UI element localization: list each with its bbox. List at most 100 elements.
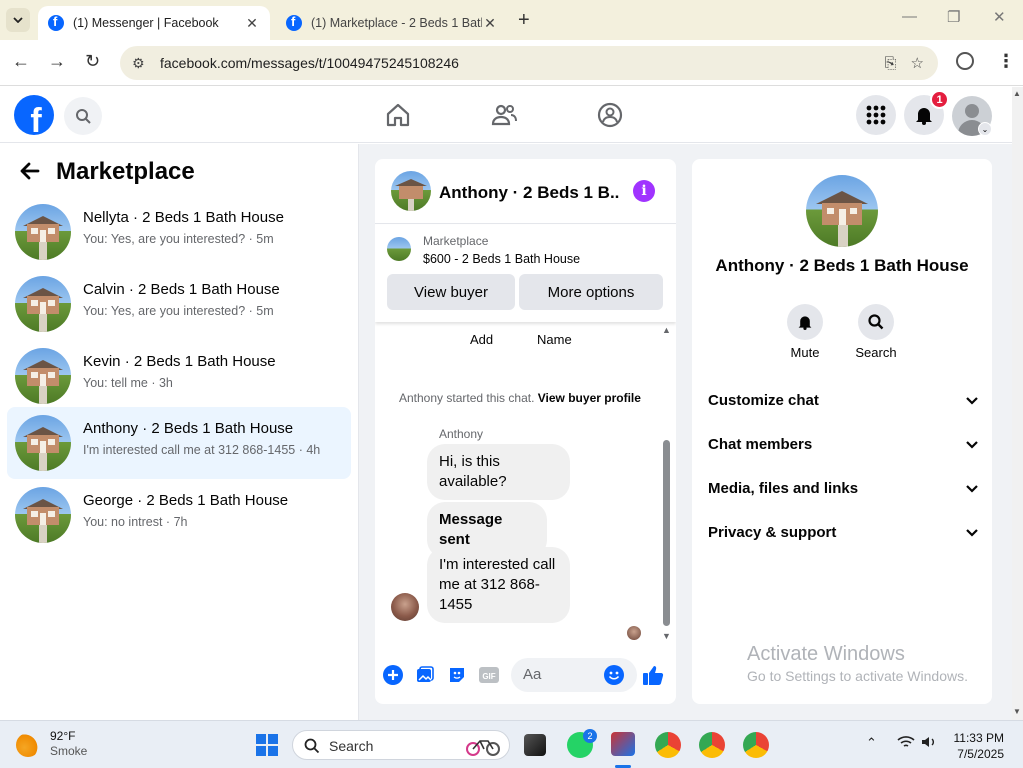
close-tab-icon[interactable]: ✕ [244, 15, 260, 32]
home-icon[interactable] [384, 101, 412, 129]
chat-members-section[interactable]: Chat members [708, 436, 978, 460]
conversation-item-active[interactable]: Anthony · 2 Beds 1 Bath House I'm intere… [7, 407, 351, 479]
install-app-icon[interactable]: ⎘ [885, 55, 897, 72]
restore-window-button[interactable]: ❐ [947, 8, 960, 26]
menu-button[interactable] [856, 95, 896, 135]
tab-search-dropdown[interactable] [6, 8, 30, 32]
scroll-up-arrow-icon[interactable]: ▲ [662, 325, 671, 335]
address-bar[interactable]: ⚙ facebook.com/messages/t/10049475245108… [120, 46, 938, 80]
browser-profile-icon[interactable] [956, 52, 974, 70]
sender-avatar[interactable] [391, 593, 419, 621]
start-button-icon[interactable] [256, 734, 278, 756]
read-receipt-avatar [627, 626, 641, 640]
system-clock[interactable]: 11:33 PM 7/5/2025 [948, 730, 1004, 762]
minimize-window-button[interactable]: — [902, 8, 917, 25]
privacy-support-section[interactable]: Privacy & support [708, 524, 978, 548]
section-label: Privacy & support [708, 524, 837, 541]
weather-icon[interactable] [16, 733, 40, 757]
customize-chat-section[interactable]: Customize chat [708, 392, 978, 416]
facebook-favicon-icon [48, 14, 64, 31]
chrome-app-icon[interactable] [743, 732, 769, 758]
chrome-app-icon[interactable] [655, 732, 681, 758]
conversation-snippet: I'm interested call me at 312 868-1455 ·… [83, 443, 321, 457]
listing-title[interactable]: $600 - 2 Beds 1 Bath House [423, 252, 580, 266]
conversation-item[interactable]: George · 2 Beds 1 Bath House You: no int… [7, 479, 351, 551]
search-icon [304, 738, 320, 754]
pane-title: Marketplace [56, 158, 195, 185]
notification-badge: 1 [930, 90, 949, 109]
sticker-icon[interactable] [446, 664, 468, 686]
name-action-label[interactable]: Name [537, 332, 572, 347]
message-bubble[interactable]: Hi, is this available? [427, 444, 570, 500]
taskview-app-icon[interactable] [524, 734, 546, 756]
mute-button[interactable] [787, 304, 823, 340]
friends-icon[interactable] [490, 101, 518, 129]
chrome-app-icon[interactable] [699, 732, 725, 758]
photo-icon[interactable] [414, 664, 436, 686]
listing-thumbnail[interactable] [387, 237, 411, 261]
more-options-button[interactable]: More options [519, 274, 663, 310]
browser-menu-icon[interactable]: ⋮ [997, 51, 1015, 72]
conversation-snippet: You: Yes, are you interested? · 5m [83, 304, 274, 318]
bell-icon [798, 316, 812, 330]
media-files-links-section[interactable]: Media, files and links [708, 480, 978, 504]
account-chevron-icon[interactable]: ⌄ [978, 122, 992, 136]
conversation-item[interactable]: Nellyta · 2 Beds 1 Bath House You: Yes, … [7, 196, 351, 268]
facebook-logo-icon[interactable]: f [14, 95, 54, 135]
listing-thumbnail [15, 204, 71, 260]
message-bubble[interactable]: I'm interested call me at 312 868-1455 [427, 547, 570, 623]
close-window-button[interactable]: ✕ [993, 8, 1006, 26]
conversation-avatar[interactable] [806, 175, 878, 247]
tab-title: (1) Marketplace - 2 Beds 1 Bath [311, 16, 482, 30]
chat-scrollbar-thumb[interactable] [663, 440, 670, 626]
plus-circle-icon[interactable] [382, 664, 404, 686]
forward-button[interactable]: → [48, 51, 66, 72]
page-scrollbar[interactable]: ▲ ▼ [1012, 87, 1023, 720]
facebook-search-button[interactable] [64, 97, 102, 135]
url-text[interactable]: facebook.com/messages/t/1004947524510824… [160, 55, 885, 71]
wifi-icon[interactable] [897, 735, 915, 752]
add-action-label[interactable]: Add [470, 332, 493, 347]
whatsapp-badge: 2 [583, 729, 597, 743]
reload-button[interactable]: ↻ [85, 51, 100, 72]
bell-icon [916, 108, 932, 125]
section-label: Customize chat [708, 392, 819, 409]
scroll-up-arrow-icon[interactable]: ▲ [1013, 89, 1021, 98]
show-hidden-icons-chevron-icon[interactable]: ⌃ [866, 735, 877, 751]
weather-widget[interactable]: 92°F Smoke [50, 729, 87, 759]
conversation-list-pane: Marketplace Nellyta · 2 Beds 1 Bath Hous… [0, 144, 359, 720]
view-buyer-profile-link[interactable]: View buyer profile [538, 391, 641, 405]
listing-thumbnail [15, 415, 71, 471]
bookmark-star-icon[interactable]: ☆ [911, 54, 924, 72]
emoji-icon[interactable] [603, 664, 625, 686]
browser-tab-marketplace[interactable]: (1) Marketplace - 2 Beds 1 Bath ✕ [276, 6, 508, 40]
browser-tab-messenger[interactable]: (1) Messenger | Facebook ✕ [38, 6, 270, 40]
back-arrow-icon[interactable] [20, 160, 40, 186]
snipping-tool-app-icon[interactable] [611, 732, 635, 756]
groups-icon[interactable] [596, 101, 624, 129]
volume-icon[interactable] [921, 735, 937, 752]
chat-avatar[interactable] [391, 171, 431, 211]
started-text: Anthony started this chat. [399, 391, 535, 405]
info-icon[interactable]: i [633, 180, 655, 202]
conversation-item[interactable]: Kevin · 2 Beds 1 Bath House You: tell me… [7, 340, 351, 412]
gif-icon[interactable]: GIF [478, 664, 500, 686]
chevron-down-icon [966, 392, 978, 408]
listing-thumbnail [15, 276, 71, 332]
chevron-down-icon [966, 480, 978, 496]
back-button[interactable]: ← [12, 51, 30, 72]
conversation-item[interactable]: Calvin · 2 Beds 1 Bath House You: Yes, a… [7, 268, 351, 340]
close-tab-icon[interactable]: ✕ [482, 15, 498, 32]
thumbs-up-icon[interactable] [642, 664, 664, 686]
svg-text:GIF: GIF [482, 672, 495, 681]
conversation-snippet: You: tell me · 3h [83, 376, 173, 390]
chat-title[interactable]: Anthony · 2 Beds 1 B... [439, 183, 619, 203]
activate-windows-subtitle: Go to Settings to activate Windows. [747, 668, 968, 684]
scroll-down-arrow-icon[interactable]: ▼ [1013, 707, 1021, 716]
search-in-conversation-button[interactable] [858, 304, 894, 340]
new-tab-button[interactable]: + [518, 9, 530, 32]
view-buyer-button[interactable]: View buyer [387, 274, 515, 310]
taskbar-search[interactable]: Search [292, 730, 510, 760]
site-settings-icon[interactable]: ⚙ [132, 55, 148, 72]
scroll-down-arrow-icon[interactable]: ▼ [662, 631, 671, 641]
